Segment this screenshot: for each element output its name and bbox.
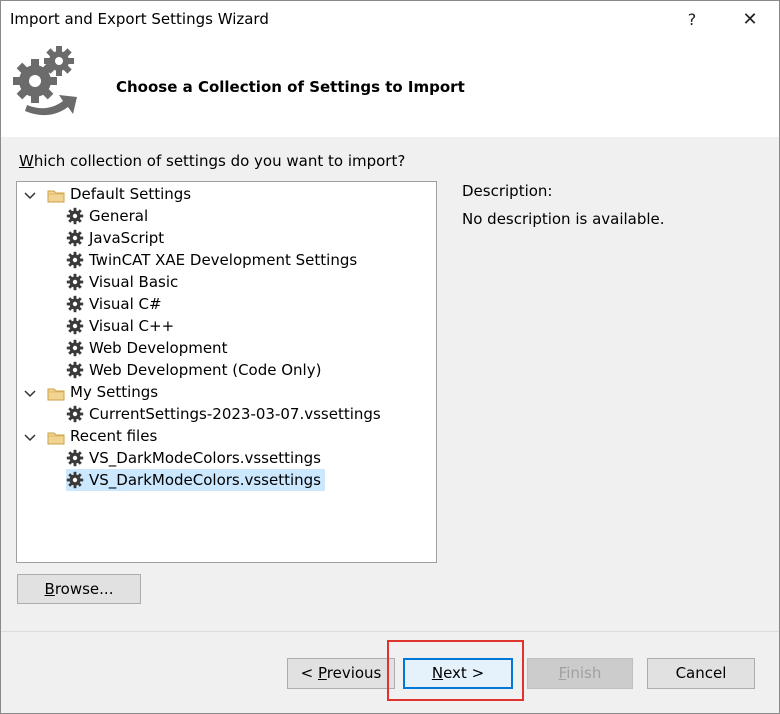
tree-item[interactable]: Web Development (Code Only) — [66, 359, 321, 381]
browse-button[interactable]: Browse... — [17, 574, 141, 604]
tree-item-label: Visual C# — [89, 295, 162, 313]
title-bar: Import and Export Settings Wizard ? ✕ — [1, 1, 779, 39]
gear-icon — [66, 295, 84, 313]
window-title: Import and Export Settings Wizard — [10, 10, 269, 28]
folder-open-icon — [47, 429, 65, 445]
help-button[interactable]: ? — [669, 1, 715, 39]
tree-item-label: VS_DarkModeColors.vssettings — [89, 449, 322, 467]
tree-group-recent-files[interactable]: Recent files — [23, 425, 157, 447]
tree-group-label: Default Settings — [70, 185, 192, 203]
gears-arrow-icon — [13, 46, 77, 116]
chevron-down-icon[interactable] — [23, 429, 37, 443]
settings-tree[interactable]: Default Settings General JavaScript TwinCAT… — [16, 181, 437, 563]
wizard-header: Choose a Collection of Settings to Impor… — [1, 39, 779, 137]
tree-item[interactable]: JavaScript — [66, 227, 164, 249]
tree-item[interactable]: General — [66, 205, 148, 227]
tree-group-label: Recent files — [70, 427, 158, 445]
tree-item-label: CurrentSettings-2023-03-07.vssettings — [89, 405, 381, 423]
tree-group-my-settings[interactable]: My Settings — [23, 381, 158, 403]
gear-icon — [66, 471, 84, 489]
page-title: Choose a Collection of Settings to Impor… — [116, 78, 465, 96]
gear-icon — [66, 405, 84, 423]
wizard-body: Which collection of settings do you want… — [1, 137, 779, 631]
tree-item-label: Visual Basic — [89, 273, 179, 291]
next-highlight-box — [387, 640, 524, 701]
gear-icon — [66, 229, 84, 247]
gear-icon — [66, 339, 84, 357]
tree-item[interactable]: Web Development — [66, 337, 227, 359]
tree-item[interactable]: TwinCAT XAE Development Settings — [66, 249, 357, 271]
tree-item-selected[interactable]: VS_DarkModeColors.vssettings — [66, 469, 326, 491]
tree-item-label: Web Development (Code Only) — [89, 361, 322, 379]
gear-icon — [66, 207, 84, 225]
gear-icon — [66, 251, 84, 269]
gear-icon — [66, 361, 84, 379]
close-button[interactable]: ✕ — [727, 1, 773, 39]
tree-item-label: VS_DarkModeColors.vssettings — [89, 471, 322, 489]
finish-button: Finish — [527, 658, 633, 689]
gear-icon — [66, 449, 84, 467]
folder-open-icon — [47, 385, 65, 401]
cancel-button[interactable]: Cancel — [647, 658, 755, 689]
tree-item[interactable]: Visual C# — [66, 293, 162, 315]
previous-button[interactable]: < Previous — [287, 658, 395, 689]
question-label: Which collection of settings do you want… — [19, 152, 406, 170]
wizard-footer: < Previous Next > Finish Cancel — [1, 631, 779, 713]
folder-open-icon — [47, 187, 65, 203]
tree-item-label: TwinCAT XAE Development Settings — [89, 251, 358, 269]
tree-group-default-settings[interactable]: Default Settings — [23, 183, 191, 205]
tree-item[interactable]: VS_DarkModeColors.vssettings — [66, 447, 321, 469]
description-label: Description: — [462, 182, 553, 200]
gear-icon — [66, 273, 84, 291]
tree-item[interactable]: Visual C++ — [66, 315, 174, 337]
tree-group-label: My Settings — [70, 383, 159, 401]
wizard-window: Import and Export Settings Wizard ? ✕ Ch… — [0, 0, 780, 714]
tree-item[interactable]: Visual Basic — [66, 271, 178, 293]
tree-item-label: General — [89, 207, 149, 225]
tree-item-label: Visual C++ — [89, 317, 175, 335]
tree-item[interactable]: CurrentSettings-2023-03-07.vssettings — [66, 403, 381, 425]
chevron-down-icon[interactable] — [23, 385, 37, 399]
gear-icon — [66, 317, 84, 335]
tree-item-label: Web Development — [89, 339, 228, 357]
description-text: No description is available. — [462, 210, 665, 228]
chevron-down-icon[interactable] — [23, 187, 37, 201]
tree-item-label: JavaScript — [89, 229, 165, 247]
